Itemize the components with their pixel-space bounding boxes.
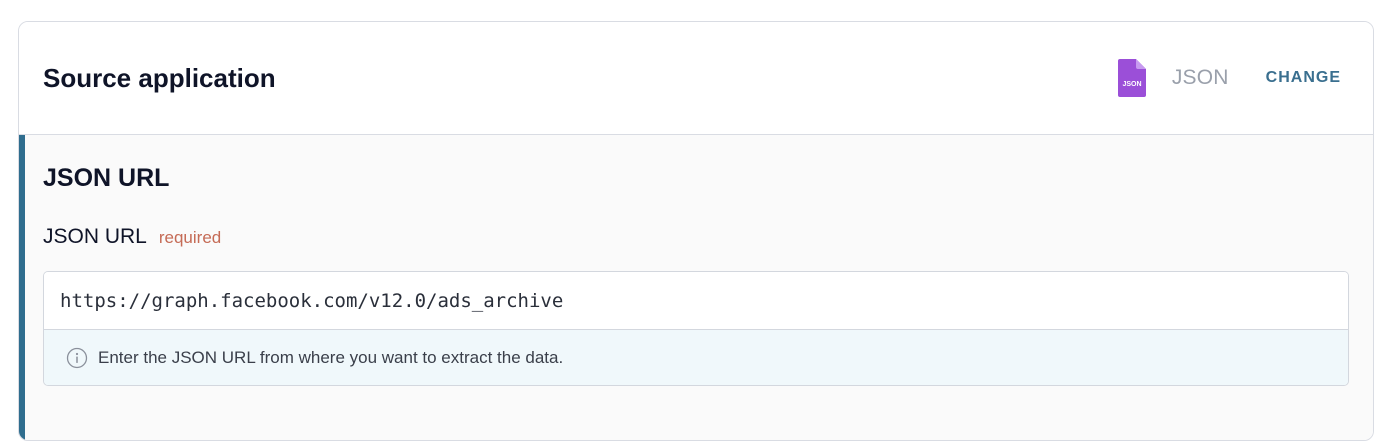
info-icon	[66, 347, 88, 368]
source-application-card: Source application JSON JSON CHANGE JSON…	[18, 21, 1374, 441]
json-url-label: JSON URL	[43, 225, 147, 248]
change-source-button[interactable]: CHANGE	[1266, 69, 1341, 87]
helper-text: Enter the JSON URL from where you want t…	[98, 347, 564, 367]
selected-source: JSON JSON CHANGE	[1117, 58, 1341, 98]
json-url-input[interactable]	[44, 272, 1348, 330]
json-file-icon: JSON	[1117, 59, 1146, 97]
json-icon-label: JSON	[1122, 81, 1141, 88]
json-url-input-group: Enter the JSON URL from where you want t…	[43, 271, 1349, 386]
card-title: Source application	[43, 63, 276, 93]
source-app-name: JSON	[1171, 66, 1229, 89]
json-url-section: JSON URL JSON URL required Enter the JSO…	[19, 135, 1373, 440]
required-tag: required	[158, 228, 222, 247]
field-helper: Enter the JSON URL from where you want t…	[44, 330, 1348, 385]
card-header: Source application JSON JSON CHANGE	[19, 22, 1373, 135]
section-title: JSON URL	[43, 164, 170, 192]
field-label-row: JSON URL required	[43, 225, 221, 249]
